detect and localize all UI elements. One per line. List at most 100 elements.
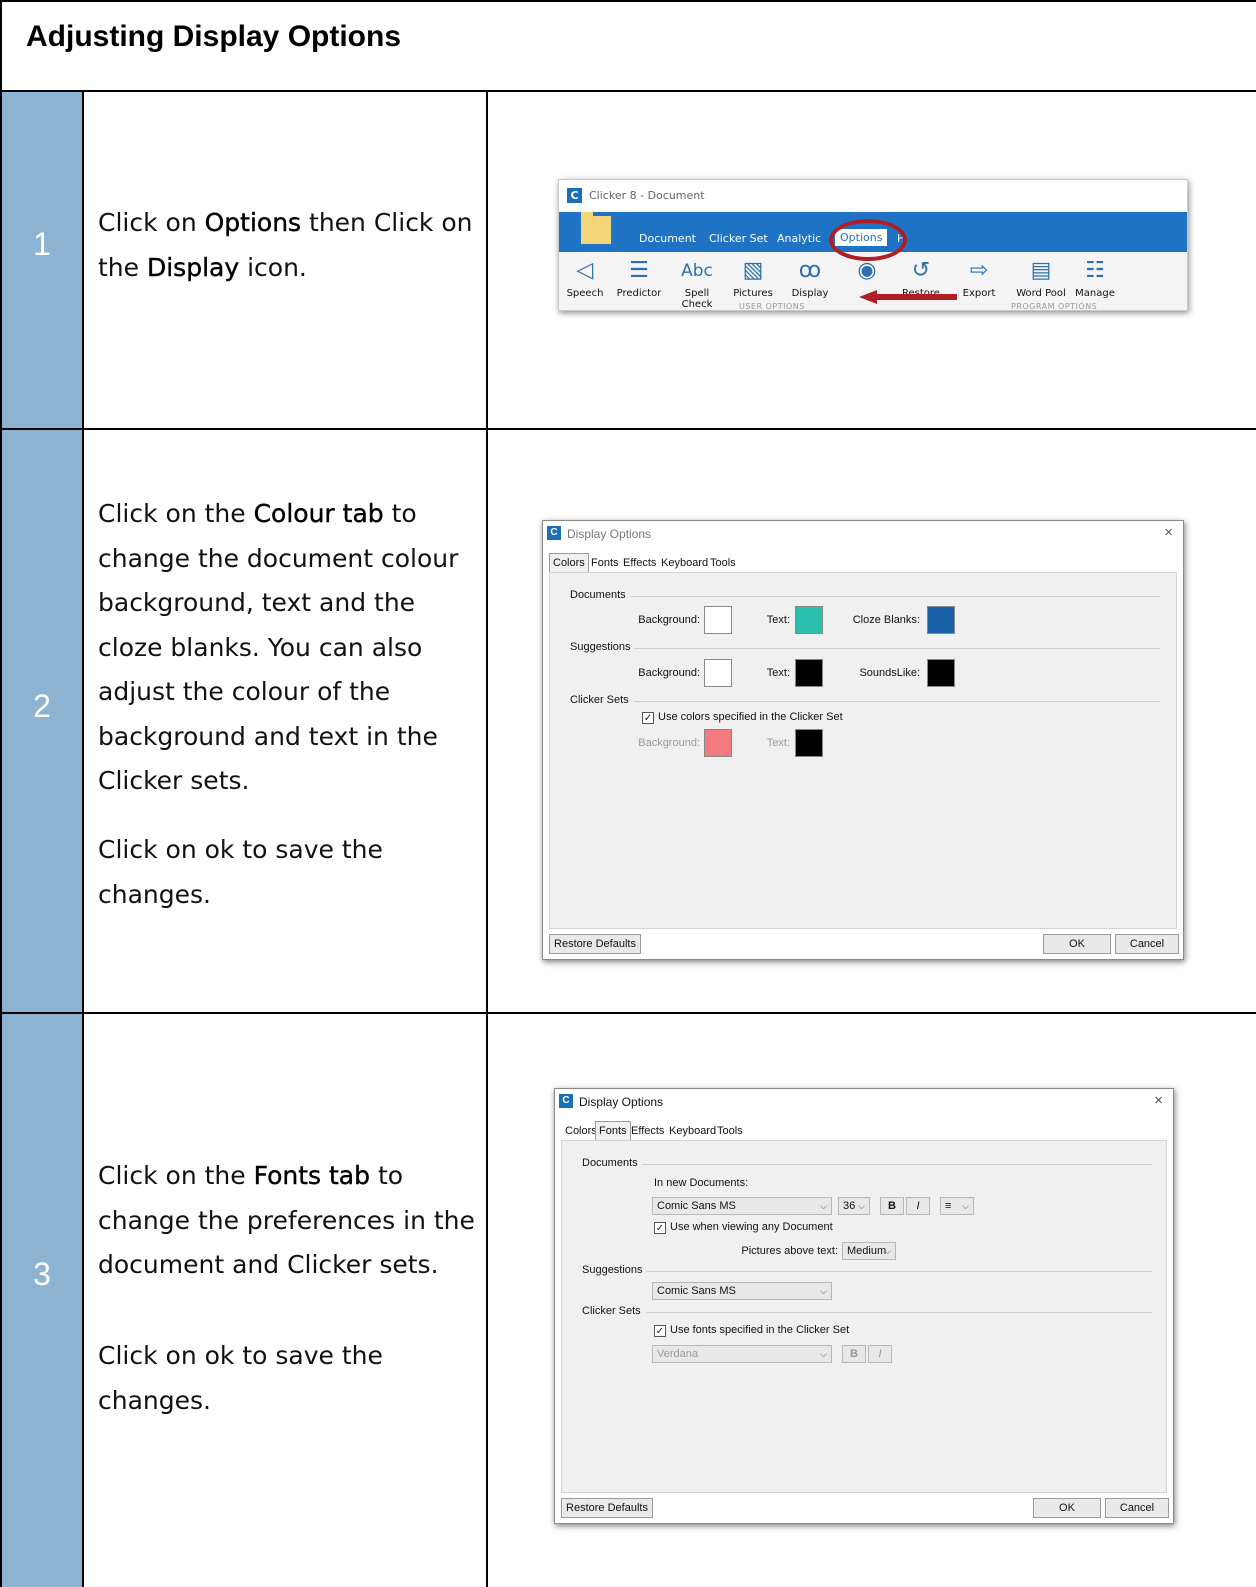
tool-manage[interactable]: ☷ Manage bbox=[1067, 256, 1123, 299]
tool-predictor[interactable]: ☰ Predictor bbox=[611, 256, 667, 299]
tool-pictures[interactable]: ▧ Pictures bbox=[725, 256, 781, 299]
emphasized-text: Fonts tab bbox=[253, 1161, 370, 1190]
list-icon: ☰ bbox=[629, 258, 649, 283]
step-row-2: 2 Click on the Colour tab to change the … bbox=[0, 430, 1256, 1014]
menu-document[interactable]: Document bbox=[639, 232, 696, 245]
ok-button[interactable]: OK bbox=[1033, 1498, 1101, 1518]
accessibility-icon: ◉ bbox=[857, 258, 877, 283]
use-colors-checkbox[interactable]: ✓ bbox=[642, 712, 654, 724]
emphasized-text: Options bbox=[204, 208, 302, 237]
sug-soundslike-swatch[interactable] bbox=[927, 659, 955, 687]
new-documents-label: In new Documents: bbox=[654, 1177, 749, 1189]
align-select[interactable]: ≡ ⌵ bbox=[940, 1197, 974, 1215]
doc-text-label: Text: bbox=[766, 614, 790, 626]
tool-spell-check[interactable]: Abc Spell Check bbox=[669, 256, 725, 310]
title-row: Adjusting Display Options bbox=[0, 0, 1256, 92]
menu-clicker-set[interactable]: Clicker Set bbox=[709, 232, 768, 245]
document-size-select[interactable]: 36 ⌵ bbox=[838, 1197, 870, 1215]
picture-icon: ▧ bbox=[742, 258, 764, 283]
use-fonts-label: Use fonts specified in the Clicker Set bbox=[670, 1324, 850, 1336]
tab-keyboard[interactable]: Keyboard bbox=[665, 1121, 720, 1141]
tab-tools[interactable]: Tools bbox=[706, 553, 740, 573]
tab-fonts[interactable]: Fonts bbox=[587, 553, 623, 573]
restore-defaults-button[interactable]: Restore Defaults bbox=[561, 1498, 653, 1518]
sug-background-swatch[interactable] bbox=[704, 659, 732, 687]
dialog-titlebar: C Display Options × bbox=[555, 1089, 1173, 1115]
ok-button[interactable]: OK bbox=[1043, 934, 1111, 954]
doc-cloze-swatch[interactable] bbox=[927, 606, 955, 634]
close-icon[interactable]: × bbox=[1164, 524, 1173, 541]
use-colors-label: Use colors specified in the Clicker Set bbox=[658, 711, 843, 723]
chevron-down-icon: ⌵ bbox=[820, 1201, 827, 1211]
divider bbox=[642, 1164, 1152, 1165]
section-documents: Documents bbox=[582, 1157, 638, 1169]
sets-background-swatch[interactable] bbox=[704, 729, 732, 757]
ribbon-screenshot: C Clicker 8 - Document Document Clicker … bbox=[558, 179, 1188, 311]
instruction-text: Click on bbox=[98, 208, 205, 237]
window-title: Clicker 8 - Document bbox=[589, 189, 705, 202]
group-label-program-options: PROGRAM OPTIONS bbox=[1011, 302, 1098, 311]
sets-text-swatch[interactable] bbox=[795, 729, 823, 757]
tool-export[interactable]: ⇨ Export bbox=[951, 256, 1007, 299]
doc-background-swatch[interactable] bbox=[704, 606, 732, 634]
italic-button[interactable]: I bbox=[906, 1197, 930, 1215]
sug-text-swatch[interactable] bbox=[795, 659, 823, 687]
divider bbox=[646, 1271, 1152, 1272]
clicker-logo-icon: C bbox=[567, 188, 582, 203]
tool-speech[interactable]: ◁ Speech bbox=[557, 256, 613, 299]
document-page: Adjusting Display Options 1 Click on Opt… bbox=[0, 0, 1256, 1587]
cancel-button[interactable]: Cancel bbox=[1115, 934, 1179, 954]
group-label-user-options: USER OPTIONS bbox=[739, 302, 805, 311]
bold-button[interactable]: B bbox=[880, 1197, 904, 1215]
sets-font-select[interactable]: Verdana ⌵ bbox=[652, 1345, 832, 1363]
tab-colors[interactable]: Colors bbox=[549, 553, 589, 573]
tab-tools[interactable]: Tools bbox=[713, 1121, 747, 1141]
suggestions-font-select[interactable]: Comic Sans MS ⌵ bbox=[652, 1282, 832, 1300]
sug-text-label: Text: bbox=[766, 667, 790, 679]
step-number: 2 bbox=[33, 688, 51, 724]
pictures-size-select[interactable]: Medium ⌵ bbox=[842, 1242, 896, 1260]
chevron-down-icon: ⌵ bbox=[858, 1201, 865, 1211]
doc-cloze-label: Cloze Blanks: bbox=[852, 614, 920, 626]
close-icon[interactable]: × bbox=[1154, 1092, 1163, 1109]
use-viewing-label: Use when viewing any Document bbox=[670, 1221, 833, 1233]
sets-italic-button[interactable]: I bbox=[868, 1345, 892, 1363]
step-screenshot-cell: C Clicker 8 - Document Document Clicker … bbox=[488, 92, 1256, 428]
colors-panel: Documents Background: Text: Cloze Blanks… bbox=[549, 572, 1177, 929]
step-row-1: 1 Click on Options then Click on the Dis… bbox=[0, 92, 1256, 430]
instruction-text: Click on the bbox=[98, 499, 254, 528]
section-clicker-sets: Clicker Sets bbox=[582, 1305, 641, 1317]
restore-defaults-button[interactable]: Restore Defaults bbox=[549, 934, 641, 954]
manage-icon: ☷ bbox=[1085, 258, 1105, 283]
instruction-paragraph: Click on the Colour tab to change the do… bbox=[98, 492, 478, 804]
sets-background-label: Background: bbox=[638, 737, 700, 749]
dialog-titlebar: C Display Options × bbox=[543, 521, 1183, 547]
clicker-logo-icon: C bbox=[559, 1094, 573, 1108]
tool-word-pool[interactable]: ▤ Word Pool bbox=[1013, 256, 1069, 299]
instruction-paragraph: Click on ok to save the changes. bbox=[98, 828, 478, 917]
clicker-logo-icon: C bbox=[547, 526, 561, 540]
use-fonts-checkbox[interactable]: ✓ bbox=[654, 1325, 666, 1337]
document-font-select[interactable]: Comic Sans MS ⌵ bbox=[652, 1197, 832, 1215]
folder-icon[interactable] bbox=[581, 212, 611, 244]
instruction-paragraph: Click on Options then Click on the Displ… bbox=[98, 201, 478, 290]
sets-bold-button[interactable]: B bbox=[842, 1345, 866, 1363]
instruction-paragraph: Click on the Fonts tab to change the pre… bbox=[98, 1154, 478, 1288]
tab-effects[interactable]: Effects bbox=[627, 1121, 668, 1141]
divider bbox=[634, 648, 1160, 649]
doc-text-swatch[interactable] bbox=[795, 606, 823, 634]
tab-effects[interactable]: Effects bbox=[619, 553, 660, 573]
step-number-cell: 2 bbox=[0, 430, 84, 1012]
restore-icon: ↺ bbox=[911, 258, 931, 283]
cancel-button[interactable]: Cancel bbox=[1105, 1498, 1169, 1518]
use-viewing-checkbox[interactable]: ✓ bbox=[654, 1222, 666, 1234]
tool-display[interactable]: ꝏ Display bbox=[782, 256, 838, 299]
divider bbox=[630, 596, 1160, 597]
tab-keyboard[interactable]: Keyboard bbox=[657, 553, 712, 573]
emphasized-text: Colour tab bbox=[253, 499, 384, 528]
colors-dialog: C Display Options × Colors Fonts Effects… bbox=[542, 520, 1184, 960]
tab-fonts[interactable]: Fonts bbox=[595, 1121, 631, 1141]
step-instructions-cell: Click on the Colour tab to change the do… bbox=[84, 430, 488, 1012]
emphasized-text: Display bbox=[146, 252, 240, 282]
menu-analytics[interactable]: Analytic bbox=[777, 232, 821, 245]
